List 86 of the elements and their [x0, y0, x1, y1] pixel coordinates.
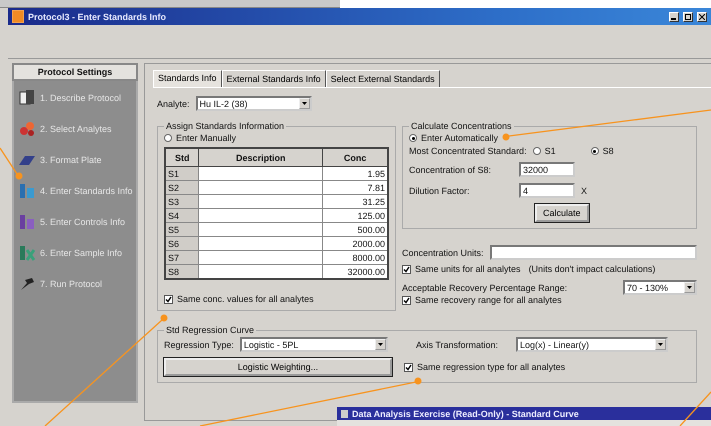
table-cell[interactable]: [198, 250, 323, 264]
radio-button[interactable]: [532, 147, 541, 155]
field-label: Concentration of S8:: [409, 164, 492, 174]
radio-button[interactable]: [164, 134, 172, 142]
table-cell[interactable]: [198, 194, 323, 208]
group-title: Calculate Concentrations: [410, 121, 513, 131]
field-label: Concentration Units:: [402, 248, 484, 258]
window-title: Protocol3 - Enter Standards Info: [28, 12, 168, 22]
table-cell[interactable]: 500.00: [322, 222, 388, 236]
leader-line: [0, 148, 22, 180]
step-icon: [18, 182, 36, 200]
table-cell[interactable]: 7.81: [322, 180, 388, 194]
option-label: S1: [544, 146, 556, 156]
table-cell[interactable]: [198, 166, 323, 180]
regression-dropdown[interactable]: Logistic - 5PL: [240, 337, 388, 352]
field-label: Most Concentrated Standard:: [409, 146, 527, 156]
table-cell[interactable]: [198, 236, 323, 250]
group-title: Std Regression Curve: [165, 325, 256, 335]
column-header: Std: [165, 148, 199, 166]
field-label: Acceptable Recovery Percentage Range:: [402, 282, 568, 292]
sidebar-title: Protocol Settings: [12, 63, 138, 81]
tab[interactable]: Standards Info: [153, 70, 222, 87]
weighting-button[interactable]: Logistic Weighting...: [164, 358, 392, 376]
table-cell[interactable]: 31.25: [322, 194, 388, 208]
checkbox[interactable]: [402, 264, 411, 274]
input-field[interactable]: 32000: [519, 162, 575, 177]
table-cell: S6: [165, 236, 199, 250]
maximize-button[interactable]: [683, 12, 693, 22]
maximize-icon: [685, 14, 691, 20]
step-icon: [18, 213, 36, 231]
step-icon: [18, 120, 36, 138]
window-title: Data Analysis Exercise (Read-Only) - Standard Curve: [352, 408, 579, 418]
table-cell[interactable]: 125.00: [322, 208, 388, 222]
close-icon: [699, 14, 705, 20]
table-cell: S5: [165, 222, 199, 236]
input-field[interactable]: 4: [519, 183, 575, 198]
step-icon: [18, 244, 36, 262]
app-icon: [12, 10, 24, 23]
field-label: Regression Type:: [164, 340, 234, 350]
table-cell[interactable]: 32000.00: [322, 264, 388, 279]
minimize-button[interactable]: [669, 12, 679, 22]
column-header: Description: [198, 148, 323, 166]
table-cell: S3: [165, 194, 199, 208]
axis-dropdown[interactable]: Log(x) - Linear(y): [516, 337, 668, 352]
table-cell: S4: [165, 208, 199, 222]
checkbox-label: Same units for all analytes: [415, 264, 521, 274]
checkbox[interactable]: [404, 362, 413, 372]
table-cell[interactable]: [198, 264, 323, 279]
table-cell[interactable]: [198, 180, 323, 194]
option-label: Enter Automatically: [421, 133, 498, 143]
table-cell[interactable]: [198, 208, 323, 222]
checkbox-label: Same conc. values for all analytes: [177, 294, 314, 304]
calculate-button[interactable]: Calculate: [535, 204, 589, 222]
tab[interactable]: Select External Standards: [326, 70, 440, 87]
option-label: Enter Manually: [176, 133, 236, 143]
group-title: Assign Standards Information: [165, 121, 286, 131]
table-cell[interactable]: [198, 222, 323, 236]
table-cell: S2: [165, 180, 199, 194]
analyte-dropdown[interactable]: Hu IL-2 (38): [196, 96, 312, 111]
step-icon: [18, 89, 36, 107]
table-cell: S7: [165, 250, 199, 264]
field-label: Axis Transformation:: [416, 340, 498, 350]
table-cell[interactable]: 2000.00: [322, 236, 388, 250]
leader-line: [680, 392, 711, 426]
recovery-dropdown[interactable]: 70 - 130%: [623, 280, 697, 295]
step-icon: [18, 275, 36, 293]
note-text: (Units don't impact calculations): [528, 264, 656, 274]
table-cell: S1: [165, 166, 199, 180]
table-cell[interactable]: 8000.00: [322, 250, 388, 264]
multiplier-label: X: [581, 186, 588, 196]
table-cell[interactable]: 1.95: [322, 166, 388, 180]
checkbox-label: Same recovery range for all analytes: [415, 295, 562, 305]
tab[interactable]: External Standards Info: [222, 70, 326, 87]
radio-button[interactable]: [590, 147, 599, 155]
column-header: Conc: [322, 148, 388, 166]
option-label: S8: [602, 146, 614, 156]
checkbox[interactable]: [402, 296, 411, 304]
table-cell: S8: [165, 264, 199, 279]
analyte-label: Analyte:: [157, 98, 190, 108]
app-icon: [341, 410, 348, 418]
field-label: Dilution Factor:: [409, 186, 471, 196]
checkbox-label: Same regression type for all analytes: [417, 362, 566, 372]
close-button[interactable]: [697, 12, 707, 22]
input-field[interactable]: [490, 245, 697, 260]
checkbox[interactable]: [164, 294, 173, 304]
radio-button[interactable]: [409, 134, 417, 142]
